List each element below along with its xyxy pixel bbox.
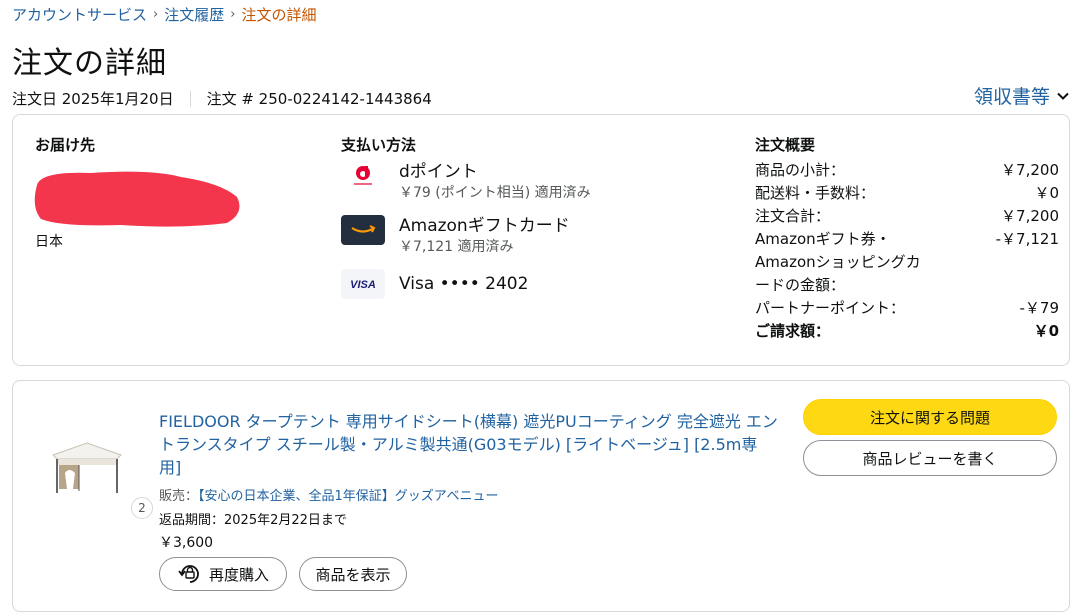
order-date: 注文日 2025年1月20日	[12, 90, 174, 108]
page-title: 注文の詳細	[12, 46, 167, 81]
d-point-icon	[341, 161, 385, 191]
quantity-badge: 2	[131, 497, 153, 519]
view-item-label: 商品を表示	[315, 565, 391, 584]
buy-again-button[interactable]: 再度購入	[159, 557, 287, 591]
summary-label: Amazonギフト券・Amazonショッピングカードの金額：	[755, 230, 921, 294]
summary-title: 注文概要	[755, 136, 816, 154]
meta-divider	[189, 90, 191, 107]
order-item-card: 2 FIELDOOR タープテント 専用サイドシート(横幕) 遮光PUコーティン…	[12, 380, 1070, 612]
summary-amount: -￥79	[1019, 299, 1060, 317]
redaction-mark	[34, 171, 240, 227]
summary-total-row: ご請求額： ￥0	[755, 320, 1059, 343]
shipping-section: お届け先	[34, 134, 240, 227]
order-info-card: お届け先 日本 支払い方法 dポイント ￥79 (ポイント相当) 適用済み Am…	[12, 114, 1070, 366]
payment-method-name: dポイント	[399, 162, 478, 182]
summary-label: 商品の小計：	[755, 161, 846, 179]
shipping-country: 日本	[35, 234, 63, 250]
summary-amount: ￥7,200	[1001, 161, 1059, 179]
write-review-label: 商品レビューを書く	[862, 449, 998, 468]
seller-info: 販売：【安心の日本企業、全品1年保証】グッズアベニュー	[159, 485, 499, 504]
payment-method-detail: ￥79 (ポイント相当) 適用済み	[399, 185, 591, 201]
payment-method-visa: VISA Visa •••• 2402	[341, 269, 591, 299]
amazon-gift-card-icon	[341, 215, 385, 245]
breadcrumb-account-services[interactable]: アカウントサービス	[12, 4, 147, 25]
receipts-dropdown[interactable]: 領収書等	[974, 82, 1070, 109]
summary-row: パートナーポイント： -￥79	[755, 297, 1059, 320]
breadcrumb-current: 注文の詳細	[241, 6, 317, 24]
product-title-link[interactable]: FIELDOOR タープテント 専用サイドシート(横幕) 遮光PUコーティング …	[159, 410, 779, 479]
summary-amount: -￥7,121	[995, 230, 1059, 248]
seller-label: 販売：	[159, 489, 199, 504]
receipts-label: 領収書等	[973, 86, 1050, 108]
summary-amount: ￥0	[1034, 184, 1059, 202]
summary-row: 商品の小計： ￥7,200	[755, 159, 1059, 182]
payment-method-detail: ￥7,121 適用済み	[399, 239, 514, 255]
payment-method-giftcard: Amazonギフトカード ￥7,121 適用済み	[341, 215, 591, 257]
breadcrumb-separator: ›	[230, 7, 236, 22]
svg-text:VISA: VISA	[350, 279, 376, 291]
payment-section: 支払い方法 dポイント ￥79 (ポイント相当) 適用済み Amazonギフトカ…	[341, 134, 591, 299]
summary-label: ご請求額：	[755, 322, 831, 340]
chevron-down-icon	[1057, 92, 1069, 100]
order-problem-button[interactable]: 注文に関する問題	[803, 399, 1057, 435]
summary-row: 配送料・手数料： ￥0	[755, 182, 1059, 205]
breadcrumb: アカウントサービス › 注文履歴 › 注文の詳細	[12, 4, 316, 25]
product-image[interactable]	[49, 439, 125, 495]
summary-amount: ￥0	[1033, 322, 1059, 340]
item-price: ￥3,600	[159, 535, 214, 551]
summary-label: 注文合計：	[755, 207, 831, 225]
summary-label: パートナーポイント：	[755, 299, 906, 317]
order-number: 注文 # 250-0224142-1443864	[206, 90, 432, 108]
summary-row: Amazonギフト券・Amazonショッピングカードの金額： -￥7,121	[755, 228, 1059, 297]
payment-method-name: Visa •••• 2402	[399, 274, 529, 294]
seller-name-link[interactable]: 【安心の日本企業、全品1年保証】グッズアベニュー	[198, 489, 499, 504]
shipping-title: お届け先	[35, 136, 96, 154]
payment-method-dpoint: dポイント ￥79 (ポイント相当) 適用済み	[341, 161, 591, 203]
write-review-button[interactable]: 商品レビューを書く	[803, 440, 1057, 476]
buy-again-icon	[178, 565, 199, 583]
payment-method-name: Amazonギフトカード	[399, 216, 570, 236]
visa-icon: VISA	[341, 269, 385, 299]
summary-row: 注文合計： ￥7,200	[755, 205, 1059, 228]
breadcrumb-separator: ›	[153, 7, 159, 22]
summary-label: 配送料・手数料：	[755, 184, 876, 202]
return-period: 返品期間：2025年2月22日まで	[159, 513, 347, 528]
order-meta: 注文日 2025年1月20日 注文 # 250-0224142-1443864	[12, 88, 432, 109]
summary-amount: ￥7,200	[1001, 207, 1059, 225]
view-item-button[interactable]: 商品を表示	[299, 557, 407, 591]
order-summary: 注文概要 商品の小計： ￥7,200 配送料・手数料： ￥0 注文合計： ￥7,…	[755, 134, 1059, 343]
payment-title: 支払い方法	[341, 136, 417, 154]
breadcrumb-order-history[interactable]: 注文履歴	[164, 4, 224, 25]
order-problem-label: 注文に関する問題	[869, 408, 990, 427]
buy-again-label: 再度購入	[208, 565, 269, 584]
